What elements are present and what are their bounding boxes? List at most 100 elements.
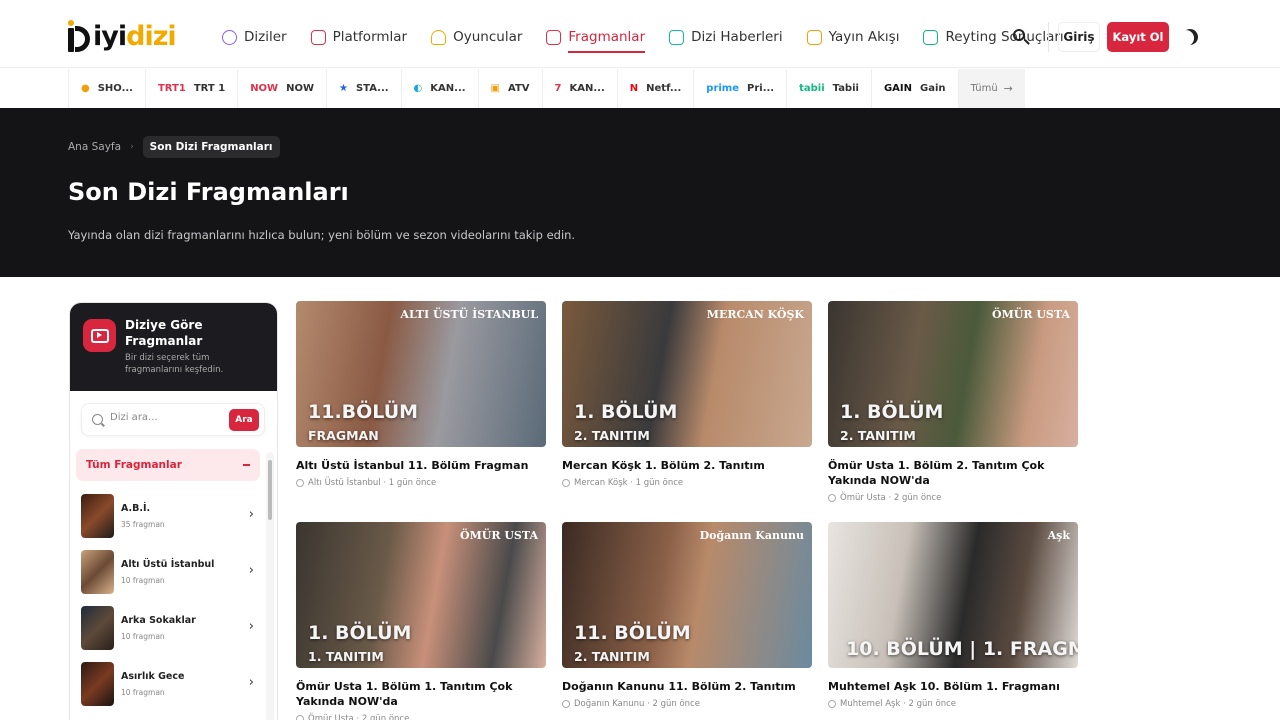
page-hero: Ana Sayfa › Son Dizi Fragmanları Son Diz… xyxy=(0,108,1280,277)
all-platforms-link[interactable]: Tümü → xyxy=(958,69,1025,108)
logo-text-part1: iyi xyxy=(93,20,127,52)
dark-mode-moon-icon[interactable] xyxy=(1179,26,1201,48)
platform-item[interactable]: ◐ KAN... xyxy=(402,69,479,108)
platform-item[interactable]: GAIN Gain xyxy=(872,69,959,108)
trailer-thumbnail[interactable]: ÖMÜR USTA 1. BÖLÜM 1. TANITIM xyxy=(296,522,546,668)
all-trailers-label: Tüm Fragmanlar xyxy=(86,459,182,471)
series-thumbnail xyxy=(81,606,114,650)
atv-logo: ▣ xyxy=(490,83,500,94)
trailer-series[interactable]: Mercan Köşk xyxy=(574,478,628,488)
search-icon[interactable] xyxy=(1010,26,1032,48)
thumbnail-episode-text: 1. BÖLÜM xyxy=(574,401,678,423)
trailer-thumbnail[interactable]: Aşk 10. BÖLÜM | 1. FRAGMAN xyxy=(828,522,1078,668)
trailer-card[interactable]: Doğanın Kanunu 11. BÖLÜM 2. TANITIM Doğanın… xyxy=(562,522,812,709)
trailer-count: 10 fragman xyxy=(121,632,165,641)
platform-item[interactable]: tabii Tabii xyxy=(787,69,872,108)
trailer-series[interactable]: Ömür Usta xyxy=(840,493,886,503)
trailer-card[interactable]: Aşk 10. BÖLÜM | 1. FRAGMAN Muhtemel Aşk 10… xyxy=(828,522,1078,709)
thumbnail-trailer-text: 2. TANITIM xyxy=(840,428,916,443)
trailer-series[interactable]: Ömür Usta xyxy=(308,714,354,720)
nav-item-label: Platformlar xyxy=(332,29,408,45)
search-icon xyxy=(92,414,103,425)
trailer-thumbnail[interactable]: ALTI ÜSTÜ İSTANBUL 11.BÖLÜM FRAGMAN xyxy=(296,301,546,447)
series-logo-text: Aşk xyxy=(1047,529,1070,542)
trailer-card[interactable]: MERCAN KÖŞK 1. BÖLÜM 2. TANITIM Mercan Köşk… xyxy=(562,301,812,488)
trailer-title[interactable]: Muhtemel Aşk 10. Bölüm 1. Fragmanı xyxy=(828,679,1078,694)
trailer-series[interactable]: Doğanın Kanunu xyxy=(574,699,644,709)
clock-icon xyxy=(296,715,304,720)
signup-button[interactable]: Kayıt Ol xyxy=(1107,22,1169,52)
nav-item-fragmanlar[interactable]: Fragmanlar xyxy=(546,22,645,53)
thumbnail-episode-text: 1. BÖLÜM xyxy=(308,622,412,644)
arrow-right-icon: → xyxy=(1003,82,1013,95)
sidebar-title: Diziye Göre Fragmanlar xyxy=(125,318,203,348)
series-logo-text: ÖMÜR USTA xyxy=(460,529,538,542)
chevron-right-icon: › xyxy=(248,563,254,578)
nav-item-reyting-sonuçları[interactable]: Reyting Sonuçları xyxy=(923,22,1064,52)
series-list-item[interactable]: A.B.İ. 35 fragman › xyxy=(76,488,264,544)
trailer-title[interactable]: Ömür Usta 1. Bölüm 1. Tanıtım Çok Yakınd… xyxy=(296,679,546,709)
series-list-item[interactable]: Asırlık Gece 10 fragman › xyxy=(76,656,264,712)
trailer-series[interactable]: Altı Üstü İstanbul xyxy=(308,478,381,488)
trailer-card[interactable]: ÖMÜR USTA 1. BÖLÜM 1. TANITIM Ömür Usta 1. … xyxy=(296,522,546,720)
breadcrumb: Ana Sayfa › Son Dizi Fragmanları xyxy=(68,136,280,158)
netflix-logo: N xyxy=(629,83,639,94)
platform-item[interactable]: ● SHO... xyxy=(69,69,146,108)
nav-item-dizi-haberleri[interactable]: Dizi Haberleri xyxy=(669,22,783,52)
platform-item[interactable]: 7 KAN... xyxy=(543,69,618,108)
now-logo: NOW xyxy=(250,83,279,94)
trailer-series[interactable]: Muhtemel Aşk xyxy=(840,699,900,709)
platform-item[interactable]: N Netf... xyxy=(618,69,695,108)
trailer-thumbnail[interactable]: ÖMÜR USTA 1. BÖLÜM 2. TANITIM xyxy=(828,301,1078,447)
trailer-time: 2 gün önce xyxy=(652,699,700,709)
platform-name: Gain xyxy=(920,83,946,94)
trailer-meta: Mercan Köşk · 1 gün önce xyxy=(562,478,812,488)
clock-icon xyxy=(562,479,570,487)
trailer-card[interactable]: ALTI ÜSTÜ İSTANBUL 11.BÖLÜM FRAGMAN Altı Üs… xyxy=(296,301,546,488)
trailer-title[interactable]: Ömür Usta 1. Bölüm 2. Tanıtım Çok Yakınd… xyxy=(828,458,1078,488)
trailer-title[interactable]: Doğanın Kanunu 11. Bölüm 2. Tanıtım xyxy=(562,679,812,694)
platform-name: TRT 1 xyxy=(193,83,226,94)
trailer-card[interactable]: ÖMÜR USTA 1. BÖLÜM 2. TANITIM Ömür Usta 1. … xyxy=(828,301,1078,503)
series-list-item[interactable]: Altı Üstü İstanbul 10 fragman › xyxy=(76,544,264,600)
breadcrumb-home[interactable]: Ana Sayfa xyxy=(68,141,121,153)
nav-item-platformlar[interactable]: Platformlar xyxy=(310,22,408,52)
page-title: Son Dizi Fragmanları xyxy=(68,178,349,206)
collapse-minus-icon[interactable] xyxy=(243,464,250,466)
platform-name: Pri... xyxy=(747,83,775,94)
trailer-meta: Doğanın Kanunu · 2 gün önce xyxy=(562,699,812,709)
thumbnail-trailer-text: 1. TANITIM xyxy=(308,649,384,664)
platform-item[interactable]: ★ STA... xyxy=(327,69,402,108)
thumbnail-trailer-text: 2. TANITIM xyxy=(574,428,650,443)
platform-item[interactable]: NOW NOW xyxy=(238,69,327,108)
login-button[interactable]: Giriş xyxy=(1058,22,1100,52)
trailer-title[interactable]: Mercan Köşk 1. Bölüm 2. Tanıtım xyxy=(562,458,812,473)
nav-item-label: Yayın Akışı xyxy=(828,29,900,45)
series-name: A.B.İ. xyxy=(121,503,151,514)
series-list-item[interactable]: Arka Sokaklar 10 fragman › xyxy=(76,600,264,656)
nav-item-yayın-akışı[interactable]: Yayın Akışı xyxy=(806,22,900,52)
kanal-d-logo: ◐ xyxy=(413,83,423,94)
series-search-button[interactable]: Ara xyxy=(229,409,259,431)
trailer-meta: Ömür Usta · 2 gün önce xyxy=(296,714,546,720)
series-name: Altı Üstü İstanbul xyxy=(121,559,215,570)
trailer-thumbnail[interactable]: MERCAN KÖŞK 1. BÖLÜM 2. TANITIM xyxy=(562,301,812,447)
sidebar-scrollbar-thumb[interactable] xyxy=(268,460,272,520)
trailer-title[interactable]: Altı Üstü İstanbul 11. Bölüm Fragman xyxy=(296,458,546,473)
trailer-time: 1 gün önce xyxy=(635,478,684,488)
chart-icon xyxy=(923,29,939,45)
all-trailers-tab[interactable]: Tüm Fragmanlar xyxy=(76,449,260,481)
trailer-meta: Ömür Usta · 2 gün önce xyxy=(828,493,1078,503)
tv-icon xyxy=(310,29,326,45)
platform-item[interactable]: TRT1 TRT 1 xyxy=(146,69,239,108)
series-logo-text: ÖMÜR USTA xyxy=(992,308,1070,321)
trailer-thumbnail[interactable]: Doğanın Kanunu 11. BÖLÜM 2. TANITIM xyxy=(562,522,812,668)
series-search-input[interactable] xyxy=(110,412,230,423)
platform-item[interactable]: prime Pri... xyxy=(694,69,788,108)
platform-item[interactable]: ▣ ATV xyxy=(479,69,543,108)
nav-item-diziler[interactable]: Diziler xyxy=(222,22,287,52)
breadcrumb-current: Son Dizi Fragmanları xyxy=(142,136,280,158)
trailer-count: 35 fragman xyxy=(121,520,165,529)
nav-item-oyuncular[interactable]: Oyuncular xyxy=(431,22,522,52)
site-logo[interactable]: iyidizi xyxy=(68,18,177,54)
